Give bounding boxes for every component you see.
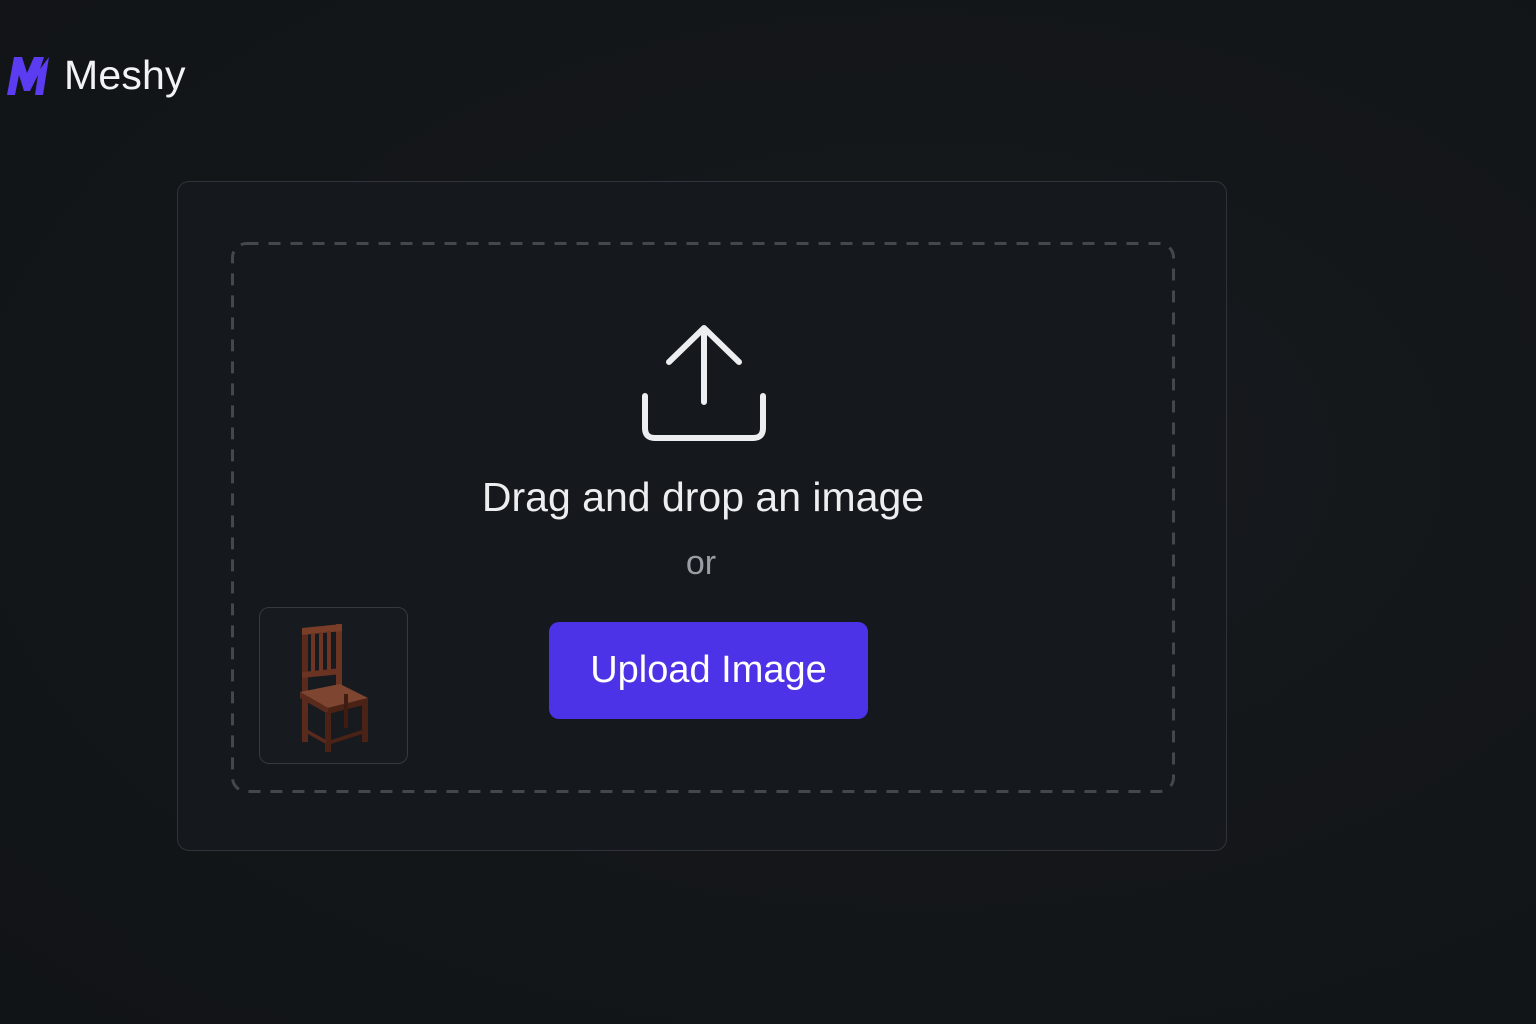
drop-zone[interactable]: Drag and drop an image or Upload Image [231, 242, 1175, 793]
upload-card: Drag and drop an image or Upload Image [177, 181, 1227, 851]
drag-drop-title: Drag and drop an image [481, 474, 925, 520]
upload-image-button[interactable]: Upload Image [549, 622, 868, 719]
or-separator: or [685, 544, 717, 582]
meshy-logo-icon [7, 57, 49, 95]
brand[interactable]: Meshy [4, 50, 186, 100]
brand-name: Meshy [64, 51, 186, 98]
page: Meshy Drag and drop an image or Upload I… [0, 0, 1536, 1024]
image-thumbnail[interactable] [259, 607, 408, 764]
wooden-chair-image [300, 624, 368, 752]
upload-icon [642, 325, 766, 441]
